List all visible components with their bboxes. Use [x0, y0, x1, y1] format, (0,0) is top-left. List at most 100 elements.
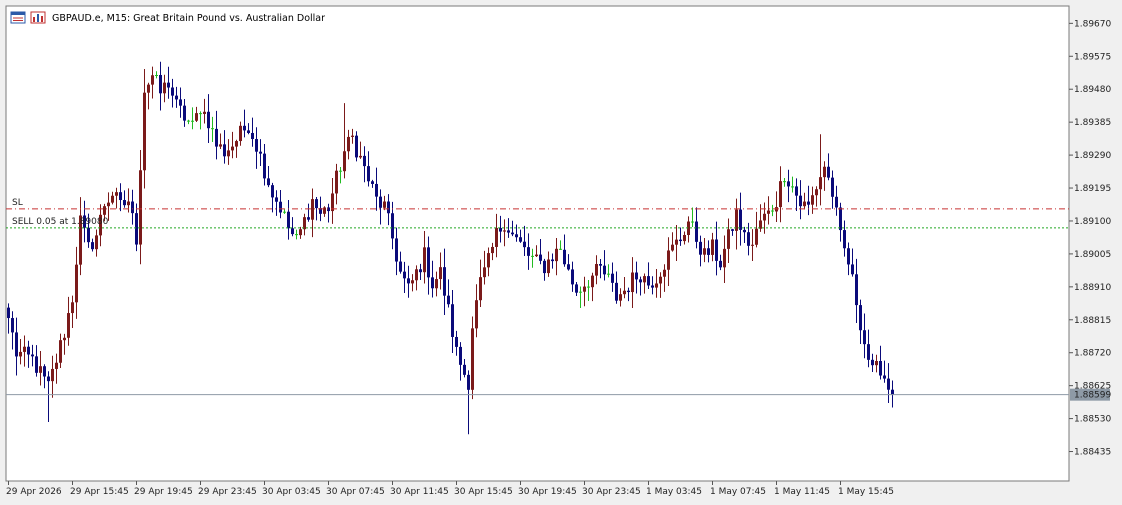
current-price-tag-text: 1.88599 — [1074, 391, 1111, 401]
chart-window-icon[interactable] — [10, 11, 26, 24]
candle-body — [223, 144, 226, 157]
candle-body — [635, 272, 638, 280]
candle-body — [847, 248, 850, 265]
candle-body — [35, 356, 38, 373]
candle-body — [167, 82, 170, 88]
candle[interactable] — [355, 131, 358, 162]
candle-body — [463, 364, 466, 375]
candle-body — [751, 244, 754, 246]
candle[interactable] — [471, 316, 474, 400]
candle-body — [423, 247, 426, 273]
candle-body — [195, 113, 198, 121]
candle-body — [119, 192, 122, 201]
candle-body — [795, 186, 798, 196]
candle-body — [491, 246, 494, 254]
price-tick-label: 1.89385 — [1074, 118, 1111, 128]
candle-body — [51, 368, 54, 382]
candle-body — [891, 389, 894, 395]
candle-body — [643, 276, 646, 283]
candle-body — [543, 260, 546, 274]
candle-body — [723, 248, 726, 268]
candle-body — [75, 264, 78, 303]
candle-body — [807, 201, 810, 205]
candle-body — [447, 295, 450, 305]
candle-body — [27, 346, 30, 355]
candle-body — [527, 247, 530, 256]
candle-body — [347, 136, 350, 152]
candle-body — [515, 234, 518, 238]
candle-body — [383, 201, 386, 208]
candle-body — [587, 286, 590, 288]
candle-body — [819, 177, 822, 190]
time-tick-label: 29 Apr 19:45 — [134, 487, 193, 497]
price-tick-label: 1.89005 — [1074, 250, 1111, 260]
candle-body — [315, 199, 318, 209]
price-tick-label: 1.89100 — [1074, 217, 1111, 227]
candle-body — [139, 170, 142, 245]
price-tick-label: 1.89195 — [1074, 184, 1111, 194]
candle-body — [711, 239, 714, 255]
plot-area[interactable] — [5, 5, 1070, 482]
candle-body — [671, 244, 674, 251]
candle-body — [627, 290, 630, 293]
candle-body — [19, 351, 22, 357]
candle-body — [547, 259, 550, 274]
candle-body — [371, 181, 374, 184]
candle-body — [399, 261, 402, 272]
candle-body — [743, 229, 746, 233]
time-tick-label: 1 May 11:45 — [774, 487, 830, 497]
candle-body — [727, 229, 730, 249]
candle-body — [591, 275, 594, 288]
candle-body — [299, 229, 302, 236]
candle-body — [7, 307, 10, 319]
candle-body — [843, 230, 846, 249]
candle-body — [71, 302, 74, 314]
candle-body — [827, 166, 830, 178]
time-tick-label: 30 Apr 11:45 — [390, 487, 449, 497]
candle-body — [495, 227, 498, 247]
candle-body — [207, 111, 210, 129]
candle-body — [571, 269, 574, 285]
candle-body — [415, 269, 418, 281]
candle-body — [691, 221, 694, 223]
candle-body — [127, 201, 130, 206]
candle-body — [579, 291, 582, 293]
candle-body — [695, 221, 698, 242]
candle-body — [755, 228, 758, 245]
candle-body — [419, 269, 422, 273]
candle-body — [15, 332, 18, 357]
candle-body — [823, 166, 826, 178]
candle-body — [599, 264, 602, 266]
price-tick-label: 1.88435 — [1074, 448, 1111, 458]
candle-body — [235, 141, 238, 147]
candle-body — [291, 228, 294, 235]
candle-body — [43, 366, 46, 377]
time-axis[interactable]: 29 Apr 2026 29 Apr 15:45 29 Apr 19:45 29 Ap… — [6, 481, 894, 497]
time-tick-label: 1 May 15:45 — [838, 487, 894, 497]
candle-body — [623, 290, 626, 295]
candle-body — [683, 234, 686, 242]
candle-body — [431, 277, 434, 289]
candle-body — [443, 267, 446, 296]
candle-body — [367, 166, 370, 182]
candle-body — [379, 196, 382, 208]
candle-body — [659, 276, 662, 284]
candle-body — [363, 155, 366, 167]
candle-body — [803, 201, 806, 207]
candle-body — [107, 202, 110, 207]
candle-body — [875, 360, 878, 366]
candle-body — [763, 213, 766, 221]
candle-body — [519, 237, 522, 242]
candle-body — [11, 318, 14, 333]
candle-body — [483, 267, 486, 278]
candle-body — [259, 151, 262, 154]
chart-bars-icon[interactable] — [30, 11, 46, 24]
candle-body — [831, 177, 834, 197]
candle-body — [863, 330, 866, 345]
candle-body — [311, 199, 314, 220]
candle-body — [583, 286, 586, 292]
candle-body — [343, 151, 346, 172]
candle-body — [187, 120, 190, 122]
candle-body — [275, 197, 278, 202]
candle-body — [403, 271, 406, 279]
